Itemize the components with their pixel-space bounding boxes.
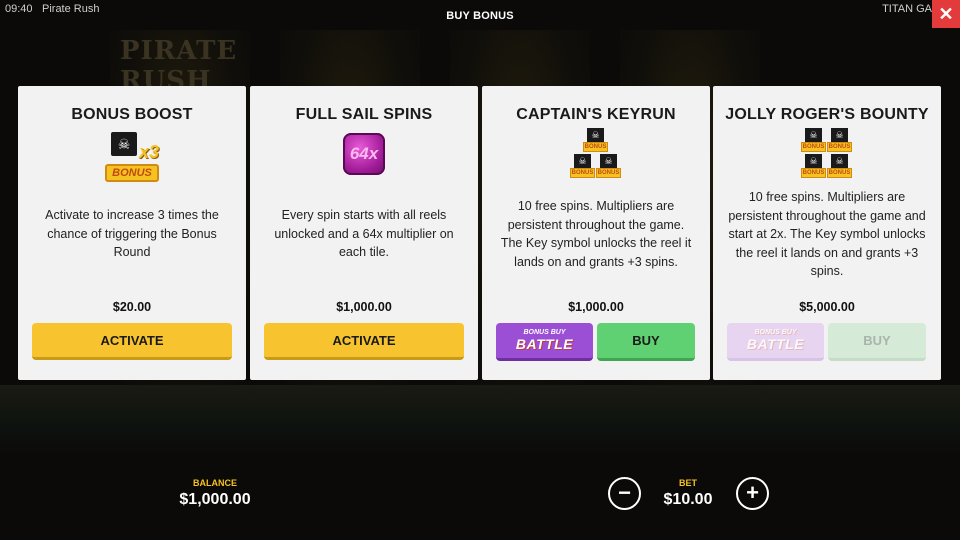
card-price: $1,000.00: [336, 300, 392, 314]
icon-multiplier-text: 64x: [343, 133, 385, 175]
plus-icon: +: [746, 480, 759, 505]
card-title: JOLLY ROGER'S BOUNTY: [725, 106, 929, 123]
bet-label: BET: [679, 478, 697, 488]
background-strip: [0, 385, 960, 455]
card-title: BONUS BOOST: [71, 106, 193, 123]
icon-multiplier-text: x3: [138, 142, 159, 162]
quad-bonus-icon: ☠ BONUS ☠ BONUS ☠ BONUS ☠ BONUS: [801, 128, 852, 178]
brand-label: TITAN GA: [882, 3, 932, 15]
activate-button[interactable]: ACTIVATE: [32, 323, 232, 360]
card-captains-keyrun: CAPTAIN'S KEYRUN ☠ BONUS ☠ BONUS ☠ BONUS 10…: [482, 86, 710, 380]
card-description: Every spin starts with all reels unlocke…: [274, 208, 454, 259]
decrease-bet-button[interactable]: −: [608, 477, 641, 510]
bet-value: $10.00: [663, 491, 713, 508]
background-logo: PIRATE RUSH: [120, 36, 238, 96]
card-title: CAPTAIN'S KEYRUN: [516, 106, 676, 123]
triple-bonus-icon: ☠ BONUS ☠ BONUS ☠ BONUS: [570, 128, 621, 178]
close-button[interactable]: ✕: [932, 0, 960, 28]
card-description: 10 free spins. Multipliers are persisten…: [500, 199, 692, 269]
buy-button[interactable]: BUY: [828, 323, 926, 361]
activate-button[interactable]: ACTIVATE: [264, 323, 464, 360]
card-bonus-boost: BONUS BOOST ☠ x3 BONUS Activate to incre…: [18, 86, 246, 380]
close-icon: ✕: [938, 4, 954, 24]
battle-label-top: BONUS BUY: [523, 329, 566, 336]
top-bar: 09:40 Pirate Rush BUY BONUS TITAN GA ✕: [0, 0, 960, 28]
battle-label-main: BATTLE: [746, 336, 805, 352]
card-price: $1,000.00: [568, 300, 624, 314]
card-price: $5,000.00: [799, 300, 855, 314]
card-jolly-rogers-bounty: JOLLY ROGER'S BOUNTY ☠ BONUS ☠ BONUS ☠ BONU…: [713, 86, 941, 380]
bonus-buy-battle-button[interactable]: BONUS BUY BATTLE: [496, 323, 593, 361]
minus-icon: −: [618, 480, 631, 505]
skull-flag-icon: ☠: [111, 132, 137, 156]
card-description: Activate to increase 3 times the chance …: [45, 208, 219, 259]
card-full-sail-spins: FULL SAIL SPINS 64x Every spin starts wi…: [250, 86, 478, 380]
card-title: FULL SAIL SPINS: [295, 106, 433, 123]
icon-bonus-text: BONUS: [105, 164, 159, 182]
battle-label-top: BONUS BUY: [754, 329, 797, 336]
card-description: 10 free spins. Multipliers are persisten…: [728, 190, 926, 278]
increase-bet-button[interactable]: +: [736, 477, 769, 510]
bonus-buy-battle-button[interactable]: BONUS BUY BATTLE: [727, 323, 824, 361]
battle-label-main: BATTLE: [515, 336, 574, 352]
page-title: BUY BONUS: [446, 10, 514, 22]
card-price: $20.00: [112, 300, 152, 314]
balance-value: $1,000.00: [179, 491, 251, 508]
buy-button[interactable]: BUY: [597, 323, 695, 361]
bonus-x3-icon: ☠ x3 BONUS: [105, 130, 159, 182]
multiplier-64x-icon: 64x: [343, 133, 385, 175]
balance-label: BALANCE: [193, 478, 237, 488]
